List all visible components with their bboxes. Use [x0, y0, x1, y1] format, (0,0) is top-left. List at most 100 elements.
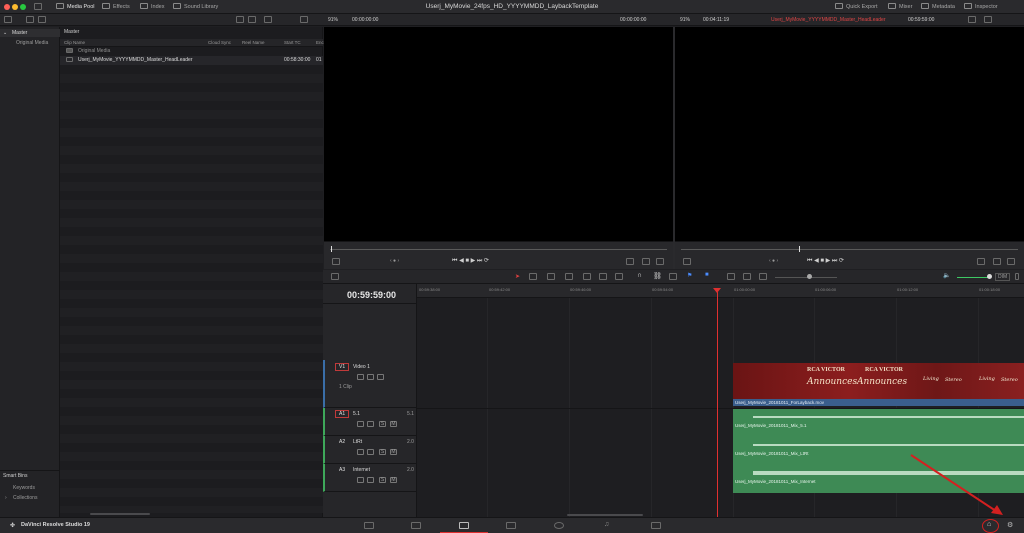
mark-in-icon[interactable]: [993, 258, 1001, 265]
minimize-window-button[interactable]: [12, 4, 18, 10]
loop-icon[interactable]: [626, 258, 634, 265]
solo-button[interactable]: S: [379, 449, 386, 455]
source-scrubber[interactable]: [330, 249, 667, 250]
fullscreen-icon[interactable]: [984, 16, 992, 23]
full-extent-zoom-icon[interactable]: [727, 273, 735, 280]
list-item[interactable]: Original Media: [60, 47, 323, 56]
search-icon[interactable]: [264, 16, 272, 23]
index-tab[interactable]: Index: [140, 3, 164, 10]
transport-controls[interactable]: ⏮ ◀ ■ ▶ ⏭ ⟳: [807, 257, 844, 265]
track-header-a3[interactable]: A3 Internet 2.0 S M: [323, 464, 417, 492]
dynamic-trim-icon[interactable]: [547, 273, 555, 280]
timeline-playhead[interactable]: [717, 290, 718, 517]
column-reel-name[interactable]: Reel Name: [242, 40, 265, 45]
media-pool-tab[interactable]: Media Pool: [56, 3, 95, 10]
track-header-a2[interactable]: A2 LtRt 2.0 S M: [323, 436, 417, 464]
keywords-bin[interactable]: Keywords: [13, 485, 35, 491]
track-name-v1[interactable]: Video 1: [353, 364, 370, 370]
auto-select-icon[interactable]: [367, 421, 374, 427]
metadata-view-icon[interactable]: [248, 16, 256, 23]
layout-icon[interactable]: [34, 3, 42, 10]
lock-icon[interactable]: [357, 477, 364, 483]
overwrite-clip-icon[interactable]: [599, 273, 607, 280]
mute-button[interactable]: M: [390, 449, 397, 455]
list-view-icon[interactable]: [26, 16, 34, 23]
source-viewer[interactable]: [324, 27, 673, 241]
timeline-view-options-icon[interactable]: [331, 273, 339, 280]
linked-selection-icon[interactable]: ⛓: [653, 272, 662, 280]
video-clip-label[interactable]: Userj_MyMovie_20181011_ForLayback.mov: [733, 399, 1024, 406]
track-tag-a3[interactable]: A3: [335, 466, 349, 474]
timeline-canvas[interactable]: 00:59:38:00 00:59:42:00 00:59:46:00 00:5…: [417, 284, 1024, 517]
zoom-window-button[interactable]: [20, 4, 26, 10]
solo-button[interactable]: S: [379, 477, 386, 483]
color-page-icon[interactable]: [554, 522, 564, 529]
position-lock-icon[interactable]: [669, 273, 677, 280]
detail-zoom-icon[interactable]: [743, 273, 751, 280]
expand-icon[interactable]: [300, 16, 308, 23]
edit-page-icon[interactable]: [459, 522, 469, 529]
horizontal-scrollbar[interactable]: [90, 513, 150, 515]
timeline-viewer-playhead[interactable]: [799, 246, 800, 252]
timeline-scrubber[interactable]: [681, 249, 1018, 250]
mark-in-icon[interactable]: [642, 258, 650, 265]
blade-tool-icon[interactable]: [565, 273, 573, 280]
mixer-tab[interactable]: Mixer: [888, 3, 912, 10]
collections-chevron-icon[interactable]: ›: [5, 495, 7, 501]
auto-select-icon[interactable]: [367, 477, 374, 483]
loop-icon[interactable]: [977, 258, 985, 265]
marker-icon[interactable]: ■: [705, 272, 709, 278]
mark-out-icon[interactable]: [656, 258, 664, 265]
dim-button[interactable]: DIM: [995, 273, 1011, 281]
mute-button[interactable]: M: [390, 421, 397, 427]
zoom-slider[interactable]: [775, 277, 837, 278]
sound-library-tab[interactable]: Sound Library: [173, 3, 218, 10]
mute-button[interactable]: M: [390, 477, 397, 483]
thumbnail-view-icon[interactable]: [236, 16, 244, 23]
track-name-a2[interactable]: LtRt: [353, 439, 362, 445]
media-page-icon[interactable]: [364, 522, 374, 529]
jog-control[interactable]: ‹ ● ›: [390, 258, 399, 264]
home-icon[interactable]: ⌂: [987, 521, 991, 528]
custom-zoom-icon[interactable]: [759, 273, 767, 280]
jog-control[interactable]: ‹ ● ›: [769, 258, 778, 264]
inspector-tab[interactable]: Inspector: [964, 3, 998, 10]
snapping-icon[interactable]: ∩: [637, 272, 642, 279]
viewer-mode-icon[interactable]: [332, 258, 340, 265]
track-tag-v1[interactable]: V1: [335, 363, 350, 371]
audio-clip-a1[interactable]: Userj_MyMovie_20181011_Mix_5.1: [733, 409, 1024, 437]
source-zoom[interactable]: 91%: [328, 17, 338, 23]
cut-page-icon[interactable]: [411, 522, 421, 529]
track-tag-a1[interactable]: A1: [335, 410, 350, 418]
speaker-icon[interactable]: 🔈: [943, 272, 950, 279]
deliver-page-icon[interactable]: [651, 522, 661, 529]
video-clip-thumbnail[interactable]: RCA VICTOR RCA VICTOR Announces Announce…: [733, 363, 1024, 399]
transport-controls[interactable]: ⏮ ◀ ■ ▶ ⏭ ⟳: [452, 257, 489, 265]
list-item[interactable]: Userj_MyMovie_YYYYMMDD_Master_HeadLeader…: [60, 56, 323, 65]
master-bin[interactable]: ⌄ Master: [0, 29, 60, 37]
fairlight-page-icon[interactable]: ♫: [604, 521, 609, 528]
lock-icon[interactable]: [357, 449, 364, 455]
auto-select-icon[interactable]: [367, 374, 374, 380]
track-header-v1[interactable]: V1 Video 1 1 Clip: [323, 360, 417, 408]
lock-icon[interactable]: [357, 374, 364, 380]
insert-clip-icon[interactable]: [583, 273, 591, 280]
timeline-scrollbar[interactable]: [567, 514, 643, 516]
viewer-options-icon[interactable]: [968, 16, 976, 23]
quick-export-button[interactable]: Quick Export: [835, 3, 877, 10]
track-header-a1[interactable]: A1 5.1 5.1 S M: [323, 408, 417, 436]
column-clip-name[interactable]: Clip Name: [64, 40, 85, 45]
track-tag-a2[interactable]: A2: [335, 438, 349, 446]
trim-tool-icon[interactable]: [529, 273, 537, 280]
track-name-a3[interactable]: Internet: [353, 467, 370, 473]
mark-out-icon[interactable]: [1007, 258, 1015, 265]
selection-tool-icon[interactable]: ➤: [515, 273, 520, 280]
auto-select-icon[interactable]: [367, 449, 374, 455]
timeline-zoom[interactable]: 91%: [680, 17, 690, 23]
flag-icon[interactable]: ⚑: [687, 272, 692, 279]
track-name-a1[interactable]: 5.1: [353, 411, 360, 417]
timeline-name-dropdown[interactable]: Userj_MyMovie_YYYYMMDD_Master_HeadLeader: [771, 17, 886, 23]
lock-icon[interactable]: [357, 421, 364, 427]
solo-button[interactable]: S: [379, 421, 386, 427]
fusion-page-icon[interactable]: [506, 522, 516, 529]
